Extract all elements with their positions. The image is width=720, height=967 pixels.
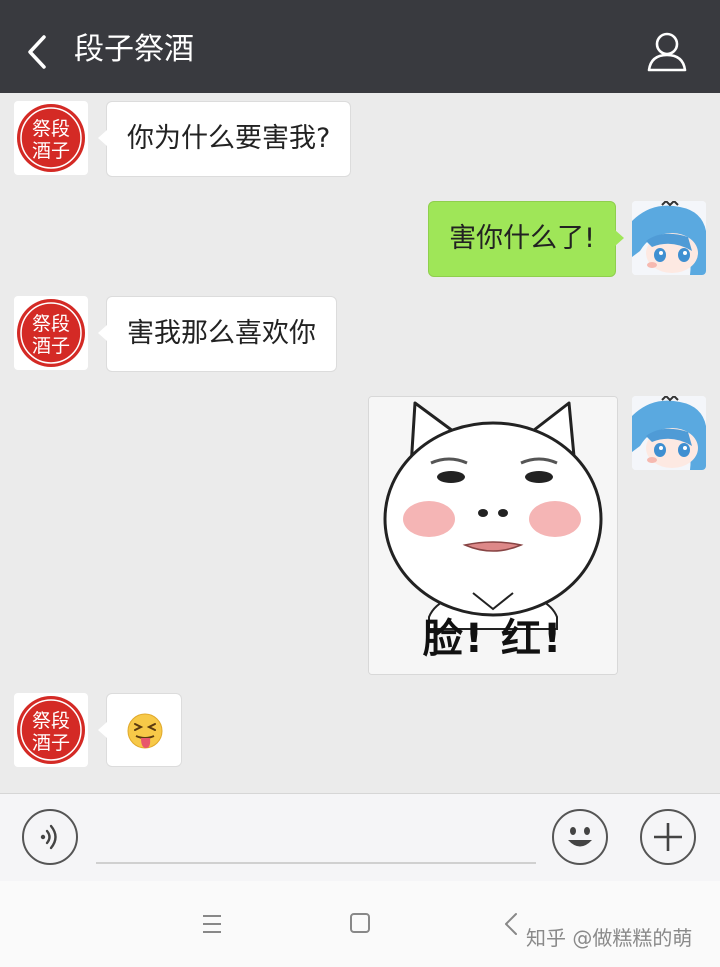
svg-text:酒子: 酒子 — [32, 140, 70, 162]
plus-icon — [654, 823, 682, 851]
message-input-bar — [0, 793, 720, 882]
contact-avatar[interactable]: 祭段 酒子 — [14, 296, 88, 370]
menu-icon[interactable] — [192, 907, 232, 941]
message-bubble-incoming[interactable] — [98, 693, 182, 767]
seal-stamp-icon: 祭段 酒子 — [17, 104, 85, 172]
emoji-button[interactable] — [552, 809, 608, 865]
contact-avatar[interactable]: 祭段 酒子 — [14, 101, 88, 175]
chat-title: 段子祭酒 — [74, 32, 194, 67]
seal-stamp-icon: 祭段 酒子 — [17, 299, 85, 367]
anime-girl-avatar-icon — [632, 396, 706, 470]
user-avatar[interactable] — [632, 201, 706, 275]
chat-area[interactable]: 祭段 酒子 你为什么要害我? 害你什么了! 祭段 酒子 害我那么喜欢你 脸! 红… — [0, 93, 720, 793]
message-input[interactable] — [96, 814, 540, 862]
input-underline — [96, 862, 536, 864]
svg-text:酒子: 酒子 — [32, 335, 70, 357]
svg-text:祭段: 祭段 — [32, 118, 70, 140]
message-bubble-incoming[interactable]: 你为什么要害我? — [97, 101, 352, 177]
sticker-caption: 脸! 红! — [422, 616, 564, 662]
chevron-left-icon[interactable] — [24, 34, 52, 70]
smiley-icon — [568, 827, 592, 847]
watermark: 知乎 @做糕糕的萌 — [526, 926, 693, 950]
voice-button[interactable] — [22, 809, 78, 865]
sticker-image[interactable]: 脸! 红! — [368, 396, 618, 675]
voice-icon — [40, 824, 57, 850]
anime-girl-avatar-icon — [632, 201, 706, 275]
svg-text:酒子: 酒子 — [32, 732, 70, 754]
tongue-out-emoji-icon — [127, 713, 163, 749]
title-bar: 段子祭酒 — [0, 0, 720, 93]
contact-avatar[interactable]: 祭段 酒子 — [14, 693, 88, 767]
message-bubble-outgoing[interactable]: 害你什么了! — [428, 201, 624, 277]
square-icon[interactable] — [340, 907, 380, 941]
svg-text:祭段: 祭段 — [32, 710, 70, 732]
user-avatar[interactable] — [632, 396, 706, 470]
seal-stamp-icon: 祭段 酒子 — [17, 696, 85, 764]
message-bubble-incoming[interactable]: 害我那么喜欢你 — [98, 296, 337, 372]
svg-text:祭段: 祭段 — [32, 313, 70, 335]
more-button[interactable] — [640, 809, 696, 865]
person-icon[interactable] — [646, 31, 688, 73]
